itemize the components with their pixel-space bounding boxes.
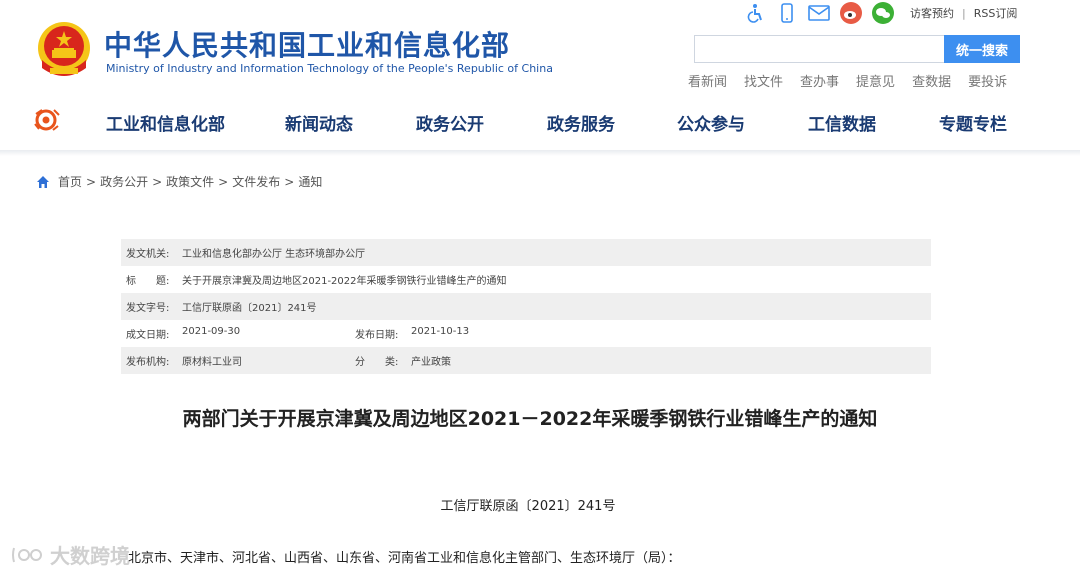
meta-value: 关于开展京津冀及周边地区2021-2022年采暖季钢铁行业错峰生产的通知: [182, 276, 507, 287]
nav-item-news[interactable]: 新闻动态: [285, 110, 416, 135]
main-nav: 工业和信息化部 新闻动态 政务公开 政务服务 公众参与 工信数据 专题专栏: [106, 110, 1007, 135]
nav-item-data[interactable]: 工信数据: [808, 110, 939, 135]
meta-row-org: 发布机构: 原材料工业司 分 类: 产业政策: [121, 347, 931, 374]
meta-value: 产业政策: [411, 357, 451, 368]
quick-link-complaint[interactable]: 要投诉: [968, 75, 1007, 90]
top-links: 访客预约 | RSS订阅: [910, 5, 1017, 21]
breadcrumb-separator: >: [284, 174, 295, 189]
watermark-text: 大数跨境: [50, 544, 130, 568]
meta-value: 工信厅联原函〔2021〕241号: [182, 303, 317, 314]
meta-label: 发文字号:: [126, 303, 170, 314]
meta-value: 2021-10-13: [411, 326, 470, 337]
document-meta-table: 发文机关: 工业和信息化部办公厅 生态环境部办公厅 标 题: 关于开展京津冀及周…: [121, 239, 931, 374]
weibo-icon[interactable]: [840, 2, 862, 24]
document-number: 工信厅联原函〔2021〕241号: [440, 499, 616, 514]
site-title[interactable]: 中华人民共和国工业和信息化部: [104, 24, 510, 64]
breadcrumb-separator: >: [152, 174, 163, 189]
meta-label: 标 题:: [126, 276, 170, 287]
accessibility-icon[interactable]: [744, 2, 766, 24]
meta-cell-org: 发布机构: 原材料工业司: [126, 353, 355, 368]
meta-value: 原材料工业司: [182, 357, 242, 368]
nav-divider: [0, 150, 1080, 156]
wechat-icon[interactable]: [872, 2, 894, 24]
site-subtitle: Ministry of Industry and Information Tec…: [106, 62, 553, 75]
meta-cell-written: 成文日期: 2021-09-30: [126, 326, 355, 341]
rss-link[interactable]: RSS订阅: [974, 7, 1018, 20]
quick-link-feedback[interactable]: 提意见: [856, 75, 895, 90]
breadcrumb: 首页 > 政务公开 > 政策文件 > 文件发布 > 通知: [36, 173, 322, 190]
meta-row-dates: 成文日期: 2021-09-30 发布日期: 2021-10-13: [121, 320, 931, 347]
meta-label: 发文机关:: [126, 249, 170, 260]
quick-link-services[interactable]: 查办事: [800, 75, 839, 90]
quick-link-files[interactable]: 找文件: [744, 75, 783, 90]
meta-value: 工业和信息化部办公厅 生态环境部办公厅: [182, 249, 366, 260]
miit-logo-icon[interactable]: [34, 108, 60, 132]
meta-label: 分 类:: [355, 357, 399, 368]
meta-cell-published: 发布日期: 2021-10-13: [355, 326, 584, 341]
meta-row-issuer: 发文机关: 工业和信息化部办公厅 生态环境部办公厅: [121, 239, 931, 266]
quick-links: 看新闻 找文件 查办事 提意见 查数据 要投诉: [688, 71, 1024, 90]
breadcrumb-doc-release[interactable]: 文件发布: [232, 173, 280, 190]
site-header: 中华人民共和国工业和信息化部 Ministry of Industry and …: [0, 0, 1080, 156]
breadcrumb-notice[interactable]: 通知: [298, 173, 322, 190]
breadcrumb-policy-docs[interactable]: 政策文件: [166, 173, 214, 190]
meta-row-doc-number: 发文字号: 工信厅联原函〔2021〕241号: [121, 293, 931, 320]
meta-row-title: 标 题: 关于开展京津冀及周边地区2021-2022年采暖季钢铁行业错峰生产的通…: [121, 266, 931, 293]
nav-item-topics[interactable]: 专题专栏: [939, 110, 1007, 135]
meta-value: 2021-09-30: [182, 326, 241, 337]
meta-label: 发布机构:: [126, 357, 170, 368]
meta-cell-category: 分 类: 产业政策: [355, 353, 584, 368]
search-button[interactable]: 统一搜索: [944, 35, 1020, 63]
nav-item-gov-affairs[interactable]: 政务公开: [416, 110, 547, 135]
document-title: 两部门关于开展京津冀及周边地区2021－2022年采暖季钢铁行业错峰生产的通知: [182, 408, 878, 430]
top-icon-bar: [744, 2, 904, 24]
mail-icon[interactable]: [808, 2, 830, 24]
quick-link-data[interactable]: 查数据: [912, 75, 951, 90]
watermark: 大数跨境: [10, 540, 130, 569]
national-emblem-icon[interactable]: [36, 20, 92, 78]
watermark-logo-icon: [12, 547, 42, 562]
search-input[interactable]: [694, 35, 944, 63]
link-separator: |: [962, 7, 966, 20]
quick-link-news[interactable]: 看新闻: [688, 75, 727, 90]
home-icon[interactable]: [36, 175, 50, 189]
nav-item-miit[interactable]: 工业和信息化部: [106, 110, 285, 135]
meta-label: 成文日期:: [126, 330, 170, 341]
breadcrumb-home[interactable]: 首页: [58, 173, 82, 190]
breadcrumb-separator: >: [86, 174, 97, 189]
document-body-first-line: 北京市、天津市、河北省、山西省、山东省、河南省工业和信息化主管部门、生态环境厅（…: [128, 551, 681, 566]
mobile-icon[interactable]: [776, 2, 798, 24]
visitor-appointment-link[interactable]: 访客预约: [910, 7, 954, 20]
nav-item-gov-services[interactable]: 政务服务: [547, 110, 677, 135]
breadcrumb-gov-affairs[interactable]: 政务公开: [100, 173, 148, 190]
nav-item-public-participation[interactable]: 公众参与: [677, 110, 808, 135]
meta-label: 发布日期:: [355, 330, 399, 341]
breadcrumb-separator: >: [218, 174, 229, 189]
